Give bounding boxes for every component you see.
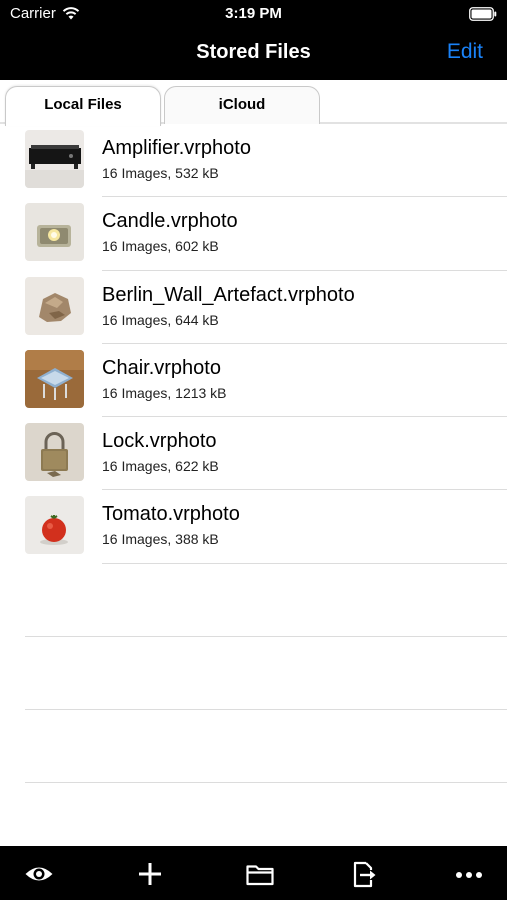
lock-thumbnail — [25, 423, 84, 482]
file-list: Amplifier.vrphoto 16 Images, 532 kB Cand… — [0, 124, 507, 564]
file-name: Chair.vrphoto — [102, 356, 221, 379]
amplifier-thumbnail — [25, 130, 84, 188]
bottom-toolbar — [0, 846, 507, 900]
file-row-amplifier[interactable]: Amplifier.vrphoto 16 Images, 532 kB — [0, 124, 507, 198]
tab-bar: Local Files iCloud — [0, 80, 507, 126]
file-details: 16 Images, 1213 kB — [102, 384, 227, 401]
more-icon — [456, 872, 482, 878]
file-row-candle[interactable]: Candle.vrphoto 16 Images, 602 kB — [0, 197, 507, 271]
folder-icon — [246, 865, 274, 886]
tab-icloud[interactable]: iCloud — [164, 86, 320, 124]
battery-icon — [469, 7, 497, 21]
file-row-chair[interactable]: Chair.vrphoto 16 Images, 1213 kB — [0, 344, 507, 418]
plus-icon — [139, 863, 161, 885]
file-details: 16 Images, 388 kB — [102, 531, 219, 548]
file-details: 16 Images, 644 kB — [102, 311, 219, 328]
berlin-wall-artefact-thumbnail — [25, 276, 84, 335]
eye-icon — [25, 867, 53, 881]
export-icon — [353, 861, 376, 888]
tomato-thumbnail — [25, 496, 84, 555]
file-name: Candle.vrphoto — [102, 210, 238, 233]
folder-button[interactable] — [245, 860, 275, 888]
preview-button[interactable] — [24, 860, 54, 888]
clock: 3:19 PM — [225, 5, 282, 22]
file-details: 16 Images, 532 kB — [102, 165, 219, 181]
export-button[interactable] — [349, 860, 379, 888]
empty-row-separator — [25, 782, 507, 783]
add-button[interactable] — [135, 860, 165, 888]
file-name: Tomato.vrphoto — [102, 503, 240, 526]
more-button[interactable] — [454, 860, 484, 888]
empty-row-separator — [25, 636, 507, 637]
file-row-lock[interactable]: Lock.vrphoto 16 Images, 622 kB — [0, 417, 507, 491]
file-row-tomato[interactable]: Tomato.vrphoto 16 Images, 388 kB — [0, 490, 507, 564]
candle-thumbnail — [25, 203, 84, 262]
navigation-bar: Stored Files Edit — [0, 28, 507, 80]
file-name: Lock.vrphoto — [102, 430, 217, 453]
page-title: Stored Files — [196, 41, 311, 63]
chair-thumbnail — [25, 349, 84, 408]
file-row-berlin-wall-artefact[interactable]: Berlin_Wall_Artefact.vrphoto 16 Images, … — [0, 271, 507, 344]
file-name: Berlin_Wall_Artefact.vrphoto — [102, 283, 355, 306]
file-details: 16 Images, 602 kB — [102, 238, 219, 255]
empty-row-separator — [25, 709, 507, 710]
edit-button[interactable]: Edit — [447, 40, 483, 64]
file-name: Amplifier.vrphoto — [102, 137, 251, 159]
tab-local-files[interactable]: Local Files — [5, 86, 161, 126]
file-details: 16 Images, 622 kB — [102, 458, 219, 475]
row-separator — [102, 562, 507, 564]
status-bar: Carrier 3:19 PM — [0, 0, 507, 28]
